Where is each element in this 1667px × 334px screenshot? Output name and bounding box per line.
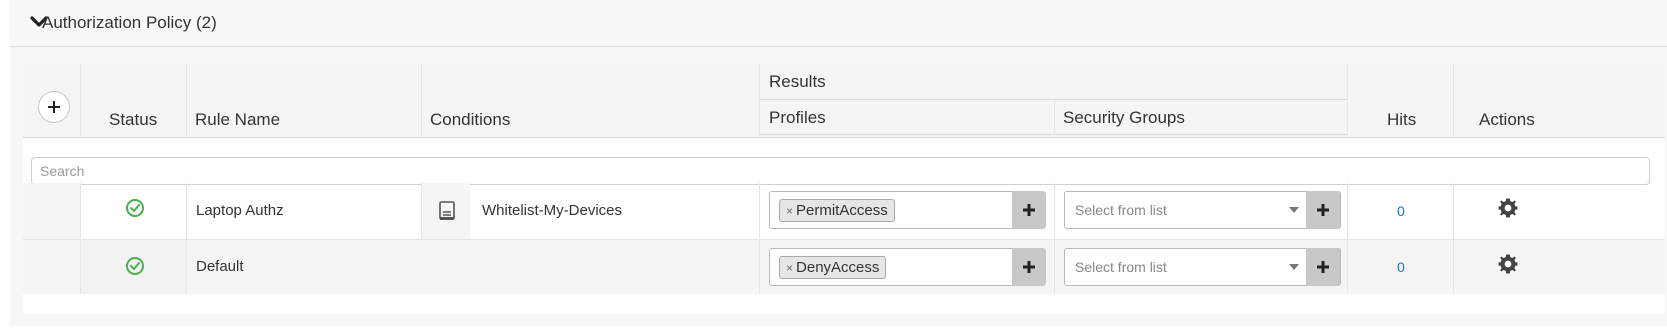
search-input[interactable] [31, 157, 1650, 185]
header-rule-name[interactable]: Rule Name [195, 110, 280, 130]
remove-tag-icon[interactable]: × [786, 204, 793, 218]
plus-icon [1317, 261, 1329, 273]
add-profile-button[interactable] [1012, 248, 1046, 286]
profile-tag: × PermitAccess [779, 199, 895, 222]
header-hits[interactable]: Hits [1387, 110, 1416, 130]
chevron-down-icon [1289, 264, 1299, 270]
add-profile-button[interactable] [1012, 191, 1046, 229]
header-status[interactable]: Status [109, 110, 157, 130]
plus-icon [1023, 204, 1035, 216]
condition-name[interactable]: Whitelist-My-Devices [482, 202, 622, 219]
status-enabled-icon[interactable] [125, 256, 145, 276]
profile-tag-label: DenyAccess [796, 259, 880, 276]
select-placeholder: Select from list [1075, 202, 1167, 218]
gear-icon[interactable] [1498, 254, 1518, 274]
library-condition-icon[interactable] [437, 200, 457, 222]
profiles-input[interactable]: × DenyAccess [769, 248, 1023, 286]
gear-icon[interactable] [1498, 198, 1518, 218]
plus-icon [48, 101, 60, 113]
hits-count[interactable]: 0 [1397, 203, 1405, 219]
rule-name[interactable]: Default [196, 258, 244, 275]
security-group-select[interactable]: Select from list [1064, 191, 1341, 229]
profiles-input[interactable]: × PermitAccess [769, 191, 1023, 229]
plus-icon [1317, 204, 1329, 216]
add-rule-button[interactable] [38, 91, 70, 123]
header-conditions[interactable]: Conditions [430, 110, 510, 130]
chevron-down-icon [1289, 207, 1299, 213]
remove-tag-icon[interactable]: × [786, 261, 793, 275]
header-actions: Actions [1479, 110, 1535, 129]
section-title: Authorization Policy (2) [42, 13, 217, 32]
hits-count[interactable]: 0 [1397, 259, 1405, 275]
status-enabled-icon[interactable] [125, 198, 145, 218]
authorization-policy-header[interactable]: Authorization Policy (2) [10, 0, 1667, 47]
header-profiles[interactable]: Profiles [769, 108, 826, 128]
profile-tag-label: PermitAccess [796, 202, 888, 219]
select-placeholder: Select from list [1075, 259, 1167, 275]
header-security-groups[interactable]: Security Groups [1063, 108, 1185, 128]
profile-tag: × DenyAccess [779, 256, 887, 279]
plus-icon [1023, 261, 1035, 273]
header-results: Results [769, 72, 826, 91]
rule-name[interactable]: Laptop Authz [196, 202, 284, 219]
add-security-group-button[interactable] [1306, 248, 1340, 286]
add-security-group-button[interactable] [1306, 191, 1340, 229]
security-group-select[interactable]: Select from list [1064, 248, 1341, 286]
